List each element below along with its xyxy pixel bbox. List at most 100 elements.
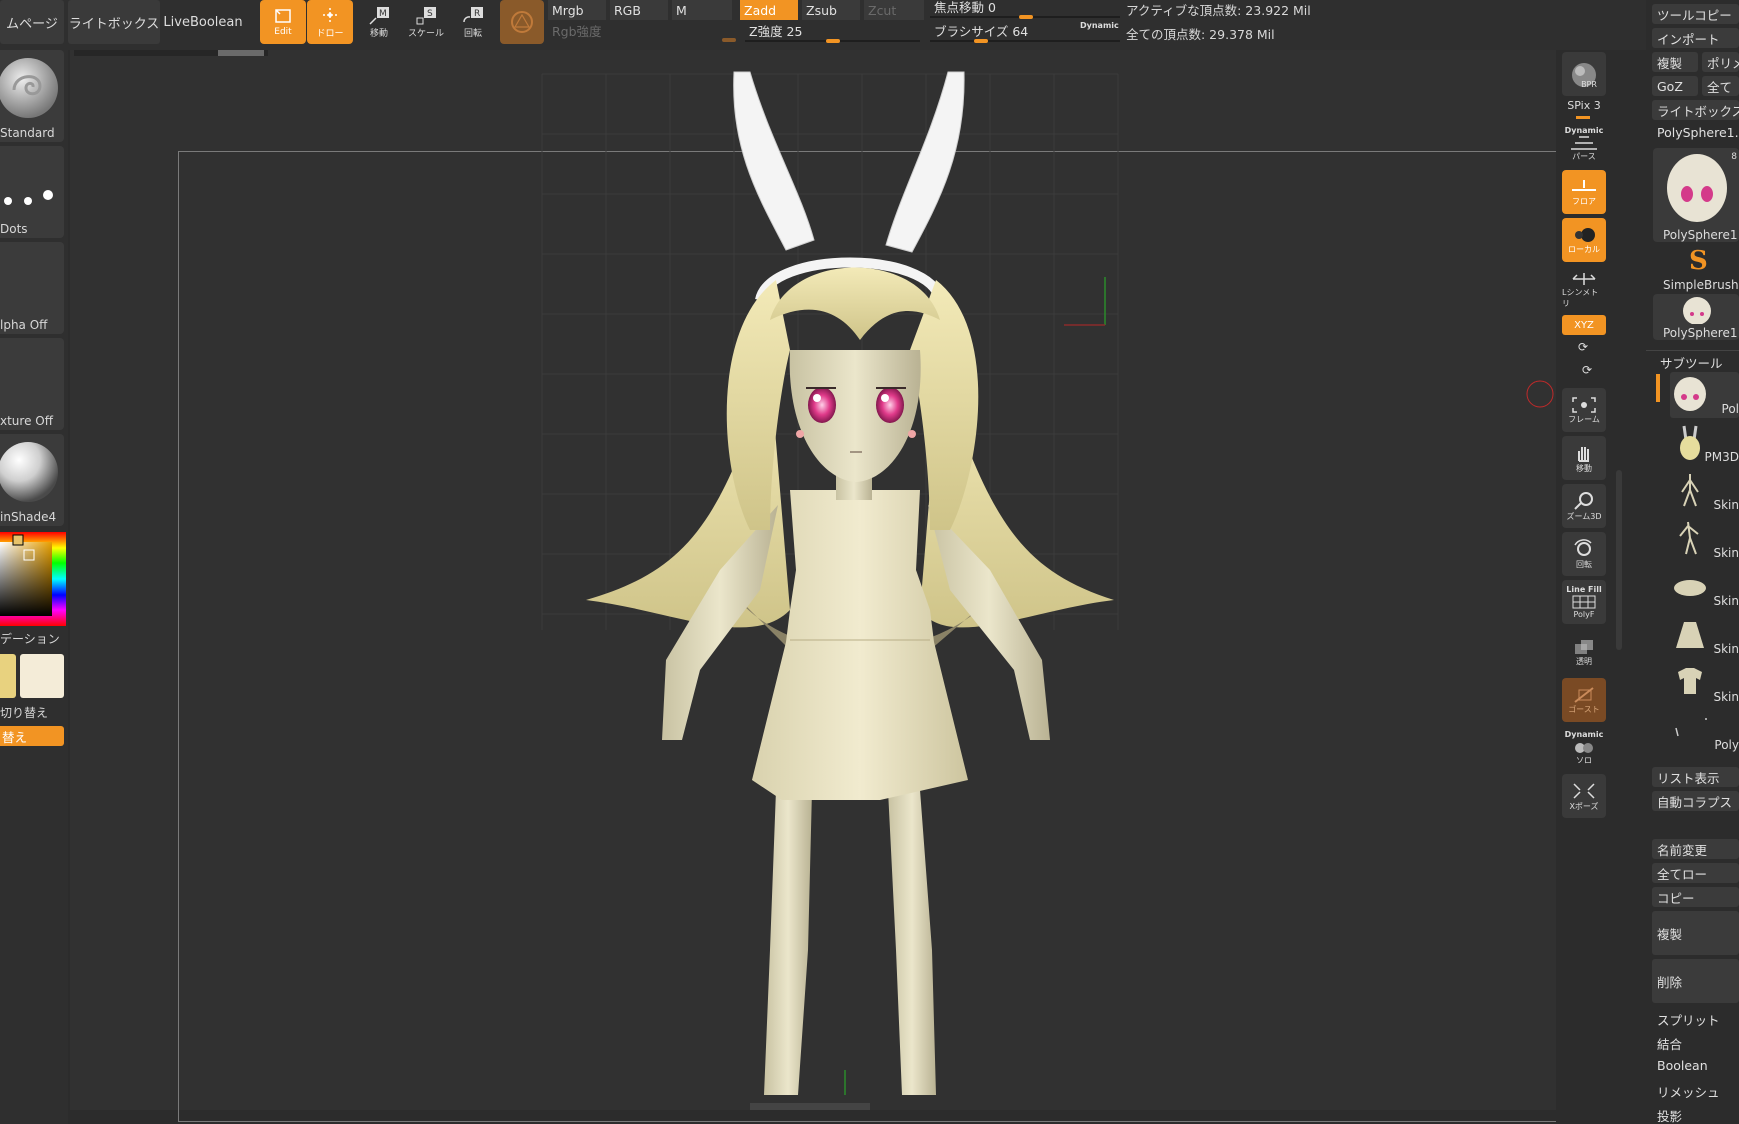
scale-button[interactable]: S スケール bbox=[405, 2, 447, 42]
perspective-label: パース bbox=[1572, 152, 1596, 161]
all-low-button[interactable]: 全てロー bbox=[1652, 863, 1739, 883]
subtool-item[interactable]: Skin bbox=[1670, 612, 1739, 658]
move-button[interactable]: M 移動 bbox=[358, 2, 400, 42]
split-menu[interactable]: スプリット bbox=[1657, 1010, 1720, 1029]
alternate-button[interactable]: 替え bbox=[0, 726, 64, 746]
tool-thumb-polysphere[interactable]: PolySphere1 8 bbox=[1653, 148, 1739, 242]
character-model bbox=[541, 71, 1554, 1110]
zoom3d-button[interactable]: ズーム3D bbox=[1562, 484, 1606, 528]
subtool-header[interactable]: サブツール bbox=[1660, 353, 1723, 372]
edit-button[interactable]: Edit bbox=[260, 0, 306, 44]
home-page-button[interactable]: ムページ bbox=[0, 0, 64, 44]
move-view-label: 移動 bbox=[1576, 463, 1592, 473]
subtool-name: Pol bbox=[1721, 402, 1739, 416]
bpr-button[interactable]: BPR bbox=[1562, 52, 1606, 96]
import-button[interactable]: インポート bbox=[1652, 28, 1739, 48]
document-canvas[interactable] bbox=[70, 50, 1590, 1122]
subtool-item[interactable]: PM3D bbox=[1670, 420, 1739, 466]
goz-all-button[interactable]: 全て bbox=[1702, 76, 1739, 96]
xpose-button[interactable]: Xポーズ bbox=[1562, 774, 1606, 818]
rgb-intensity-slider[interactable]: Rgb強度 bbox=[548, 20, 738, 40]
zsub-label: Zsub bbox=[806, 2, 837, 18]
goz-label: GoZ bbox=[1657, 78, 1683, 94]
zsub-toggle[interactable]: Zsub bbox=[802, 0, 860, 20]
zadd-toggle[interactable]: Zadd bbox=[740, 0, 798, 20]
copy-button[interactable]: コピー bbox=[1652, 887, 1739, 907]
solo-button[interactable]: Dynamic ソロ bbox=[1562, 726, 1606, 770]
polymesh-button[interactable]: ポリメ bbox=[1702, 52, 1739, 72]
tool-thumb-simplebrush[interactable]: S SimpleBrush bbox=[1653, 246, 1739, 292]
switch-color-button[interactable]: 切り替え bbox=[0, 704, 64, 721]
z-intensity-slider[interactable]: Z強度 25 bbox=[745, 20, 920, 40]
rename-button[interactable]: 名前変更 bbox=[1652, 839, 1739, 859]
all-low-label: 全てロー bbox=[1657, 866, 1708, 882]
duplicate-tool-button[interactable]: 複製 bbox=[1652, 52, 1698, 72]
liveboolean-button[interactable]: LiveBoolean bbox=[162, 0, 244, 44]
remesh-menu[interactable]: リメッシュ bbox=[1657, 1082, 1720, 1101]
subtool-name: Skin bbox=[1713, 642, 1739, 656]
main-color-swatch[interactable] bbox=[0, 654, 16, 698]
delete-button[interactable]: 削除 bbox=[1652, 959, 1739, 1003]
rotate-button[interactable]: R 回転 bbox=[452, 2, 494, 42]
draw-button[interactable]: ドロー bbox=[307, 0, 353, 44]
focal-shift-slider[interactable]: 焦点移動 0 bbox=[930, 0, 1120, 16]
lightbox-button[interactable]: ライトボックス bbox=[68, 0, 160, 44]
auto-collapse-button[interactable]: 自動コラプス bbox=[1652, 791, 1739, 811]
tray-scrollbar[interactable] bbox=[1616, 470, 1622, 650]
transparent-button[interactable]: 透明 bbox=[1562, 630, 1606, 674]
hand-icon bbox=[1578, 446, 1589, 462]
tool-copy-button[interactable]: ツールコピー bbox=[1652, 4, 1739, 24]
color-picker[interactable] bbox=[0, 532, 66, 626]
subtool-item[interactable]: Skin bbox=[1670, 468, 1739, 514]
project-menu[interactable]: 投影 bbox=[1657, 1106, 1682, 1124]
left-eye-highlight bbox=[813, 394, 821, 402]
local-button[interactable]: ローカル bbox=[1562, 218, 1606, 262]
solo-dynamic-label: Dynamic bbox=[1564, 730, 1604, 739]
m-toggle[interactable]: M bbox=[672, 0, 732, 20]
m-label: M bbox=[676, 2, 687, 18]
head-subtool-icon bbox=[1674, 377, 1706, 411]
move-view-button[interactable]: 移動 bbox=[1562, 436, 1606, 480]
secondary-color-swatch[interactable] bbox=[20, 654, 64, 698]
edit-icon bbox=[275, 9, 291, 23]
xyz-button[interactable]: XYZ bbox=[1562, 315, 1606, 335]
ghost-button[interactable]: ゴースト bbox=[1562, 678, 1606, 722]
frame-button[interactable]: フレーム bbox=[1562, 388, 1606, 432]
duplicate-label: 複製 bbox=[1657, 926, 1683, 942]
subtool-item[interactable]: Skin bbox=[1670, 516, 1739, 562]
spix-slider[interactable]: SPix 3 bbox=[1562, 99, 1606, 112]
rotate-view-button[interactable]: 回転 bbox=[1562, 532, 1606, 576]
spix-knob[interactable] bbox=[1576, 116, 1590, 119]
dynamic-toggle[interactable]: Dynamic bbox=[1080, 21, 1119, 30]
duplicate-button[interactable]: 複製 bbox=[1652, 911, 1739, 955]
rotate-z-icon[interactable]: ⟳ bbox=[1582, 363, 1592, 377]
mrgb-toggle[interactable]: Mrgb bbox=[548, 0, 606, 20]
tool-lightbox-button[interactable]: ライトボックス bbox=[1652, 100, 1739, 120]
z-intensity-knob[interactable] bbox=[826, 39, 840, 43]
local-icon bbox=[1575, 227, 1595, 242]
list-view-button[interactable]: リスト表示 bbox=[1652, 767, 1739, 787]
perspective-button[interactable]: Dynamic パース bbox=[1562, 122, 1606, 166]
bottom-scroll-handle[interactable] bbox=[750, 1103, 870, 1110]
tool-thumb-polysphere-2[interactable]: PolySphere1 bbox=[1653, 294, 1739, 340]
rotate-y-icon[interactable]: ⟳ bbox=[1578, 340, 1588, 354]
subtool-item[interactable]: Pol bbox=[1670, 372, 1739, 418]
subtool-item[interactable]: Skin bbox=[1670, 564, 1739, 610]
rgb-intensity-knob[interactable] bbox=[722, 38, 736, 42]
polyframe-button[interactable]: Line Fill PolyF bbox=[1562, 580, 1606, 624]
rgb-mode-button[interactable] bbox=[500, 0, 544, 44]
merge-menu[interactable]: 結合 bbox=[1657, 1034, 1682, 1053]
boolean-menu[interactable]: Boolean bbox=[1657, 1058, 1708, 1073]
rgb-toggle[interactable]: RGB bbox=[610, 0, 668, 20]
floor-button[interactable]: フロア bbox=[1562, 170, 1606, 214]
goz-button[interactable]: GoZ bbox=[1652, 76, 1698, 96]
subtool-active-indicator bbox=[1656, 374, 1660, 402]
zcut-toggle[interactable]: Zcut bbox=[864, 0, 924, 20]
rotate-label: 回転 bbox=[463, 28, 482, 39]
focal-shift-knob[interactable] bbox=[1019, 15, 1033, 19]
solo-label: ソロ bbox=[1576, 756, 1592, 765]
brush-size-knob[interactable] bbox=[974, 39, 988, 43]
subtool-item[interactable]: Poly bbox=[1670, 708, 1739, 754]
subtool-item[interactable]: Skin bbox=[1670, 660, 1739, 706]
symmetry-button[interactable]: Lシンメトリ bbox=[1562, 268, 1606, 312]
